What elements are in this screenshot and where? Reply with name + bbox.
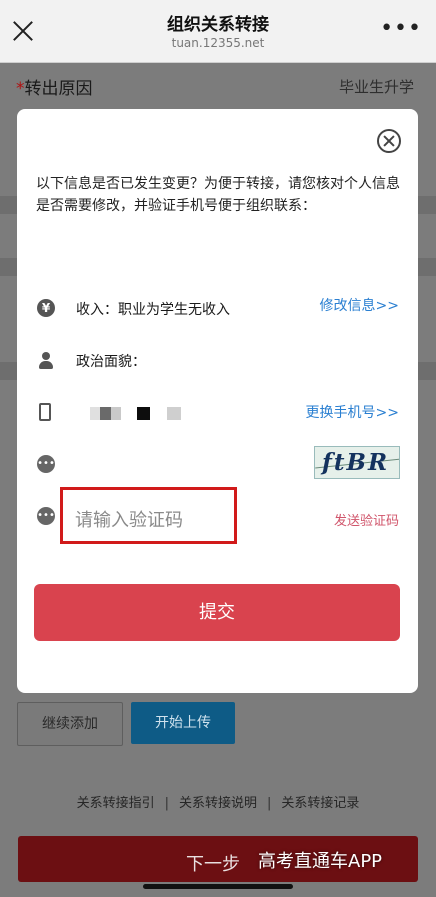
link-transfer-guide[interactable]: 关系转接指引 xyxy=(77,796,155,811)
next-step-label: 下一步 xyxy=(186,854,240,875)
phone-icon xyxy=(39,403,51,421)
edit-info-link[interactable]: 修改信息>> xyxy=(320,295,399,315)
start-upload-button[interactable]: 开始上传 xyxy=(131,702,235,744)
transfer-reason-value[interactable]: 毕业生升学 xyxy=(339,76,414,97)
required-mark: * xyxy=(16,79,25,99)
change-phone-link[interactable]: 更换手机号>> xyxy=(306,402,399,422)
submit-button[interactable]: 提交 xyxy=(34,584,400,641)
yen-icon: ¥ xyxy=(37,299,55,317)
income-text: 收入：职业为学生无收入 xyxy=(76,302,230,318)
continue-add-button[interactable]: 继续添加 xyxy=(17,702,123,746)
link-separator: | xyxy=(267,796,272,811)
captcha-image[interactable]: ftBR xyxy=(314,446,400,479)
chat-icon: ••• xyxy=(37,507,55,525)
top-bar: 组织关系转接 tuan.12355.net ••• xyxy=(0,0,436,63)
modal-close-icon[interactable] xyxy=(377,129,401,153)
link-separator: | xyxy=(164,796,169,811)
highlight-box xyxy=(60,487,237,544)
more-icon[interactable]: ••• xyxy=(380,16,422,41)
verify-info-modal: 以下信息是否已发生变更？为便于转接，请您核对个人信息是否需要修改，并验证手机号便… xyxy=(17,109,418,693)
bottom-links: 关系转接指引 | 关系转接说明 | 关系转接记录 xyxy=(0,792,436,811)
captcha-text: ftBR xyxy=(322,449,390,476)
home-indicator xyxy=(143,884,293,889)
modal-prompt: 以下信息是否已发生变更？为便于转接，请您核对个人信息是否需要修改，并验证手机号便… xyxy=(36,176,400,214)
send-code-button[interactable]: 发送验证码 xyxy=(334,510,399,529)
person-icon xyxy=(37,352,55,370)
transfer-reason-label: *转出原因 xyxy=(16,74,93,99)
link-transfer-notes[interactable]: 关系转接说明 xyxy=(179,796,257,811)
chat-icon: ••• xyxy=(37,455,55,473)
page-title: 组织关系转接 xyxy=(167,15,269,35)
page-domain: tuan.12355.net xyxy=(171,36,265,50)
watermark: 高考直通车APP xyxy=(258,851,383,872)
political-status-text: 政治面貌： xyxy=(76,354,146,370)
transfer-reason-text: 转出原因 xyxy=(24,79,93,99)
link-transfer-records[interactable]: 关系转接记录 xyxy=(281,796,359,811)
